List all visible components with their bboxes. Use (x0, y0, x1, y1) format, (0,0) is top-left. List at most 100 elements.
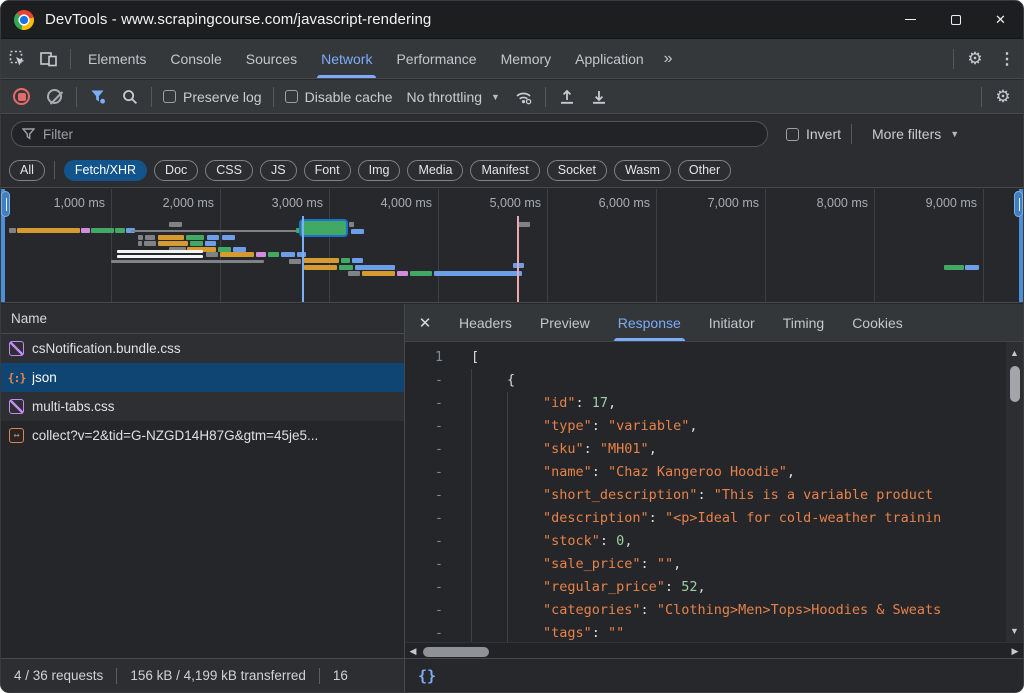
tab-application[interactable]: Application (563, 39, 656, 78)
pretty-print-button[interactable]: {} (418, 667, 436, 685)
more-filters-button[interactable]: More filters ▼ (862, 126, 969, 142)
filter-chip-doc[interactable]: Doc (154, 160, 198, 181)
import-har-icon[interactable] (551, 82, 583, 112)
clear-network-log-icon[interactable] (47, 89, 62, 104)
inspect-element-icon[interactable] (1, 44, 33, 74)
grid-line (547, 189, 548, 302)
waterfall-bar (301, 221, 346, 235)
request-row-multi-tabs-css[interactable]: multi-tabs.css (1, 392, 404, 421)
detail-tab-initiator[interactable]: Initiator (695, 304, 769, 341)
waterfall-bar (169, 222, 182, 227)
request-row-json[interactable]: {:}json (1, 363, 404, 392)
detail-tabs: HeadersPreviewResponseInitiatorTimingCoo… (445, 304, 917, 341)
filter-input[interactable]: Filter (11, 121, 768, 147)
filter-chip-other[interactable]: Other (678, 160, 731, 181)
filter-chip-js[interactable]: JS (260, 160, 297, 181)
filter-chip-media[interactable]: Media (407, 160, 463, 181)
event-marker-line (302, 216, 304, 302)
filter-chip-manifest[interactable]: Manifest (470, 160, 539, 181)
more-tabs-icon[interactable]: » (656, 50, 681, 68)
filter-area: Filter Invert More filters ▼ All Fetch/XH… (1, 115, 1023, 188)
close-detail-icon[interactable]: ✕ (405, 314, 445, 332)
separator (116, 668, 117, 684)
tab-performance[interactable]: Performance (384, 39, 488, 78)
scroll-up-icon[interactable]: ▲ (1010, 346, 1019, 360)
filter-chip-socket[interactable]: Socket (547, 160, 607, 181)
indent-guide (507, 530, 543, 553)
maximize-button[interactable] (933, 1, 978, 38)
waterfall-bar (145, 235, 155, 240)
horizontal-scroll-thumb[interactable] (423, 647, 489, 657)
waterfall-bar (397, 271, 408, 276)
detail-tab-timing[interactable]: Timing (769, 304, 839, 341)
request-row-csnotification-bundle-cs[interactable]: csNotification.bundle.css (1, 334, 404, 363)
waterfall-bar (205, 241, 216, 246)
filter-chip-img[interactable]: Img (358, 160, 401, 181)
vertical-scrollbar[interactable]: ▲ ▼ (1006, 342, 1023, 642)
detail-tab-preview[interactable]: Preview (526, 304, 604, 341)
filter-chip-fetch-xhr[interactable]: Fetch/XHR (64, 160, 147, 181)
line-number: - (405, 392, 457, 415)
indent-guide (471, 599, 507, 622)
invert-toggle[interactable]: Invert (786, 126, 841, 142)
detail-tab-headers[interactable]: Headers (445, 304, 526, 341)
network-conditions-icon[interactable] (508, 82, 540, 112)
scroll-left-icon[interactable]: ◀ (405, 646, 421, 657)
tick-label: 7,000 ms (679, 196, 759, 210)
transferred-summary: 156 kB / 4,199 kB transferred (130, 668, 306, 683)
network-overview-timeline[interactable]: 1,000 ms2,000 ms3,000 ms4,000 ms5,000 ms… (1, 189, 1023, 303)
separator (545, 87, 546, 107)
device-toolbar-icon[interactable] (33, 44, 65, 74)
indent-guide (507, 484, 543, 507)
event-marker-line (517, 216, 519, 302)
response-body-view[interactable]: 1[-{-"id": 17,-"type": "variable",-"sku"… (405, 342, 1023, 642)
grid-line (220, 189, 221, 302)
detail-tab-cookies[interactable]: Cookies (838, 304, 917, 341)
kebab-menu-icon[interactable]: ⋮ (991, 44, 1023, 74)
filter-chip-font[interactable]: Font (304, 160, 351, 181)
tab-elements[interactable]: Elements (76, 39, 158, 78)
preserve-log-toggle[interactable]: Preserve log (163, 89, 262, 105)
xhr-file-icon: ↔ (9, 428, 24, 443)
filter-chip-all[interactable]: All (9, 160, 45, 181)
filter-chip-wasm[interactable]: Wasm (614, 160, 671, 181)
tab-network[interactable]: Network (309, 39, 384, 78)
export-har-icon[interactable] (583, 82, 615, 112)
minimize-button[interactable] (888, 1, 933, 38)
close-button[interactable]: ✕ (978, 1, 1023, 38)
filter-funnel-icon[interactable] (82, 82, 114, 112)
detail-tab-bar: ✕ HeadersPreviewResponseInitiatorTimingC… (405, 304, 1023, 342)
settings-gear-icon[interactable]: ⚙ (959, 44, 991, 74)
waterfall-bar (111, 260, 264, 263)
detail-tab-response[interactable]: Response (604, 304, 695, 341)
tab-sources[interactable]: Sources (234, 39, 309, 78)
overview-right-handle[interactable] (1019, 189, 1023, 302)
waterfall-bar (256, 252, 266, 257)
waterfall-bar (349, 222, 354, 227)
invert-checkbox[interactable] (786, 128, 799, 141)
vertical-scroll-thumb[interactable] (1010, 366, 1020, 402)
waterfall-bar (186, 235, 204, 240)
code-line: 1[ (405, 346, 1005, 369)
request-row-collect-v-2-tid-g-nzgd14[interactable]: ↔collect?v=2&tid=G-NZGD14H87G&gtm=45je5.… (1, 421, 404, 450)
code-line: -{ (405, 369, 1005, 392)
waterfall-bar (190, 241, 203, 246)
scroll-right-icon[interactable]: ▶ (1007, 646, 1023, 657)
search-icon[interactable] (114, 82, 146, 112)
json-file-icon: {:} (9, 370, 24, 385)
tab-memory[interactable]: Memory (489, 39, 564, 78)
disable-cache-checkbox[interactable] (285, 90, 298, 103)
indent-guide (507, 576, 543, 599)
preserve-log-checkbox[interactable] (163, 90, 176, 103)
indent-guide (471, 507, 507, 530)
line-content: "name": "Chaz Kangeroo Hoodie", (457, 461, 795, 484)
scroll-down-icon[interactable]: ▼ (1010, 624, 1019, 638)
tab-console[interactable]: Console (158, 39, 233, 78)
throttling-select[interactable]: No throttling ▼ (407, 89, 500, 105)
record-network-log-icon[interactable] (13, 88, 30, 105)
network-settings-gear-icon[interactable]: ⚙ (987, 82, 1019, 112)
overview-left-handle[interactable] (1, 189, 5, 302)
name-column-header[interactable]: Name (1, 304, 404, 334)
filter-chip-css[interactable]: CSS (205, 160, 253, 181)
disable-cache-toggle[interactable]: Disable cache (285, 89, 393, 105)
